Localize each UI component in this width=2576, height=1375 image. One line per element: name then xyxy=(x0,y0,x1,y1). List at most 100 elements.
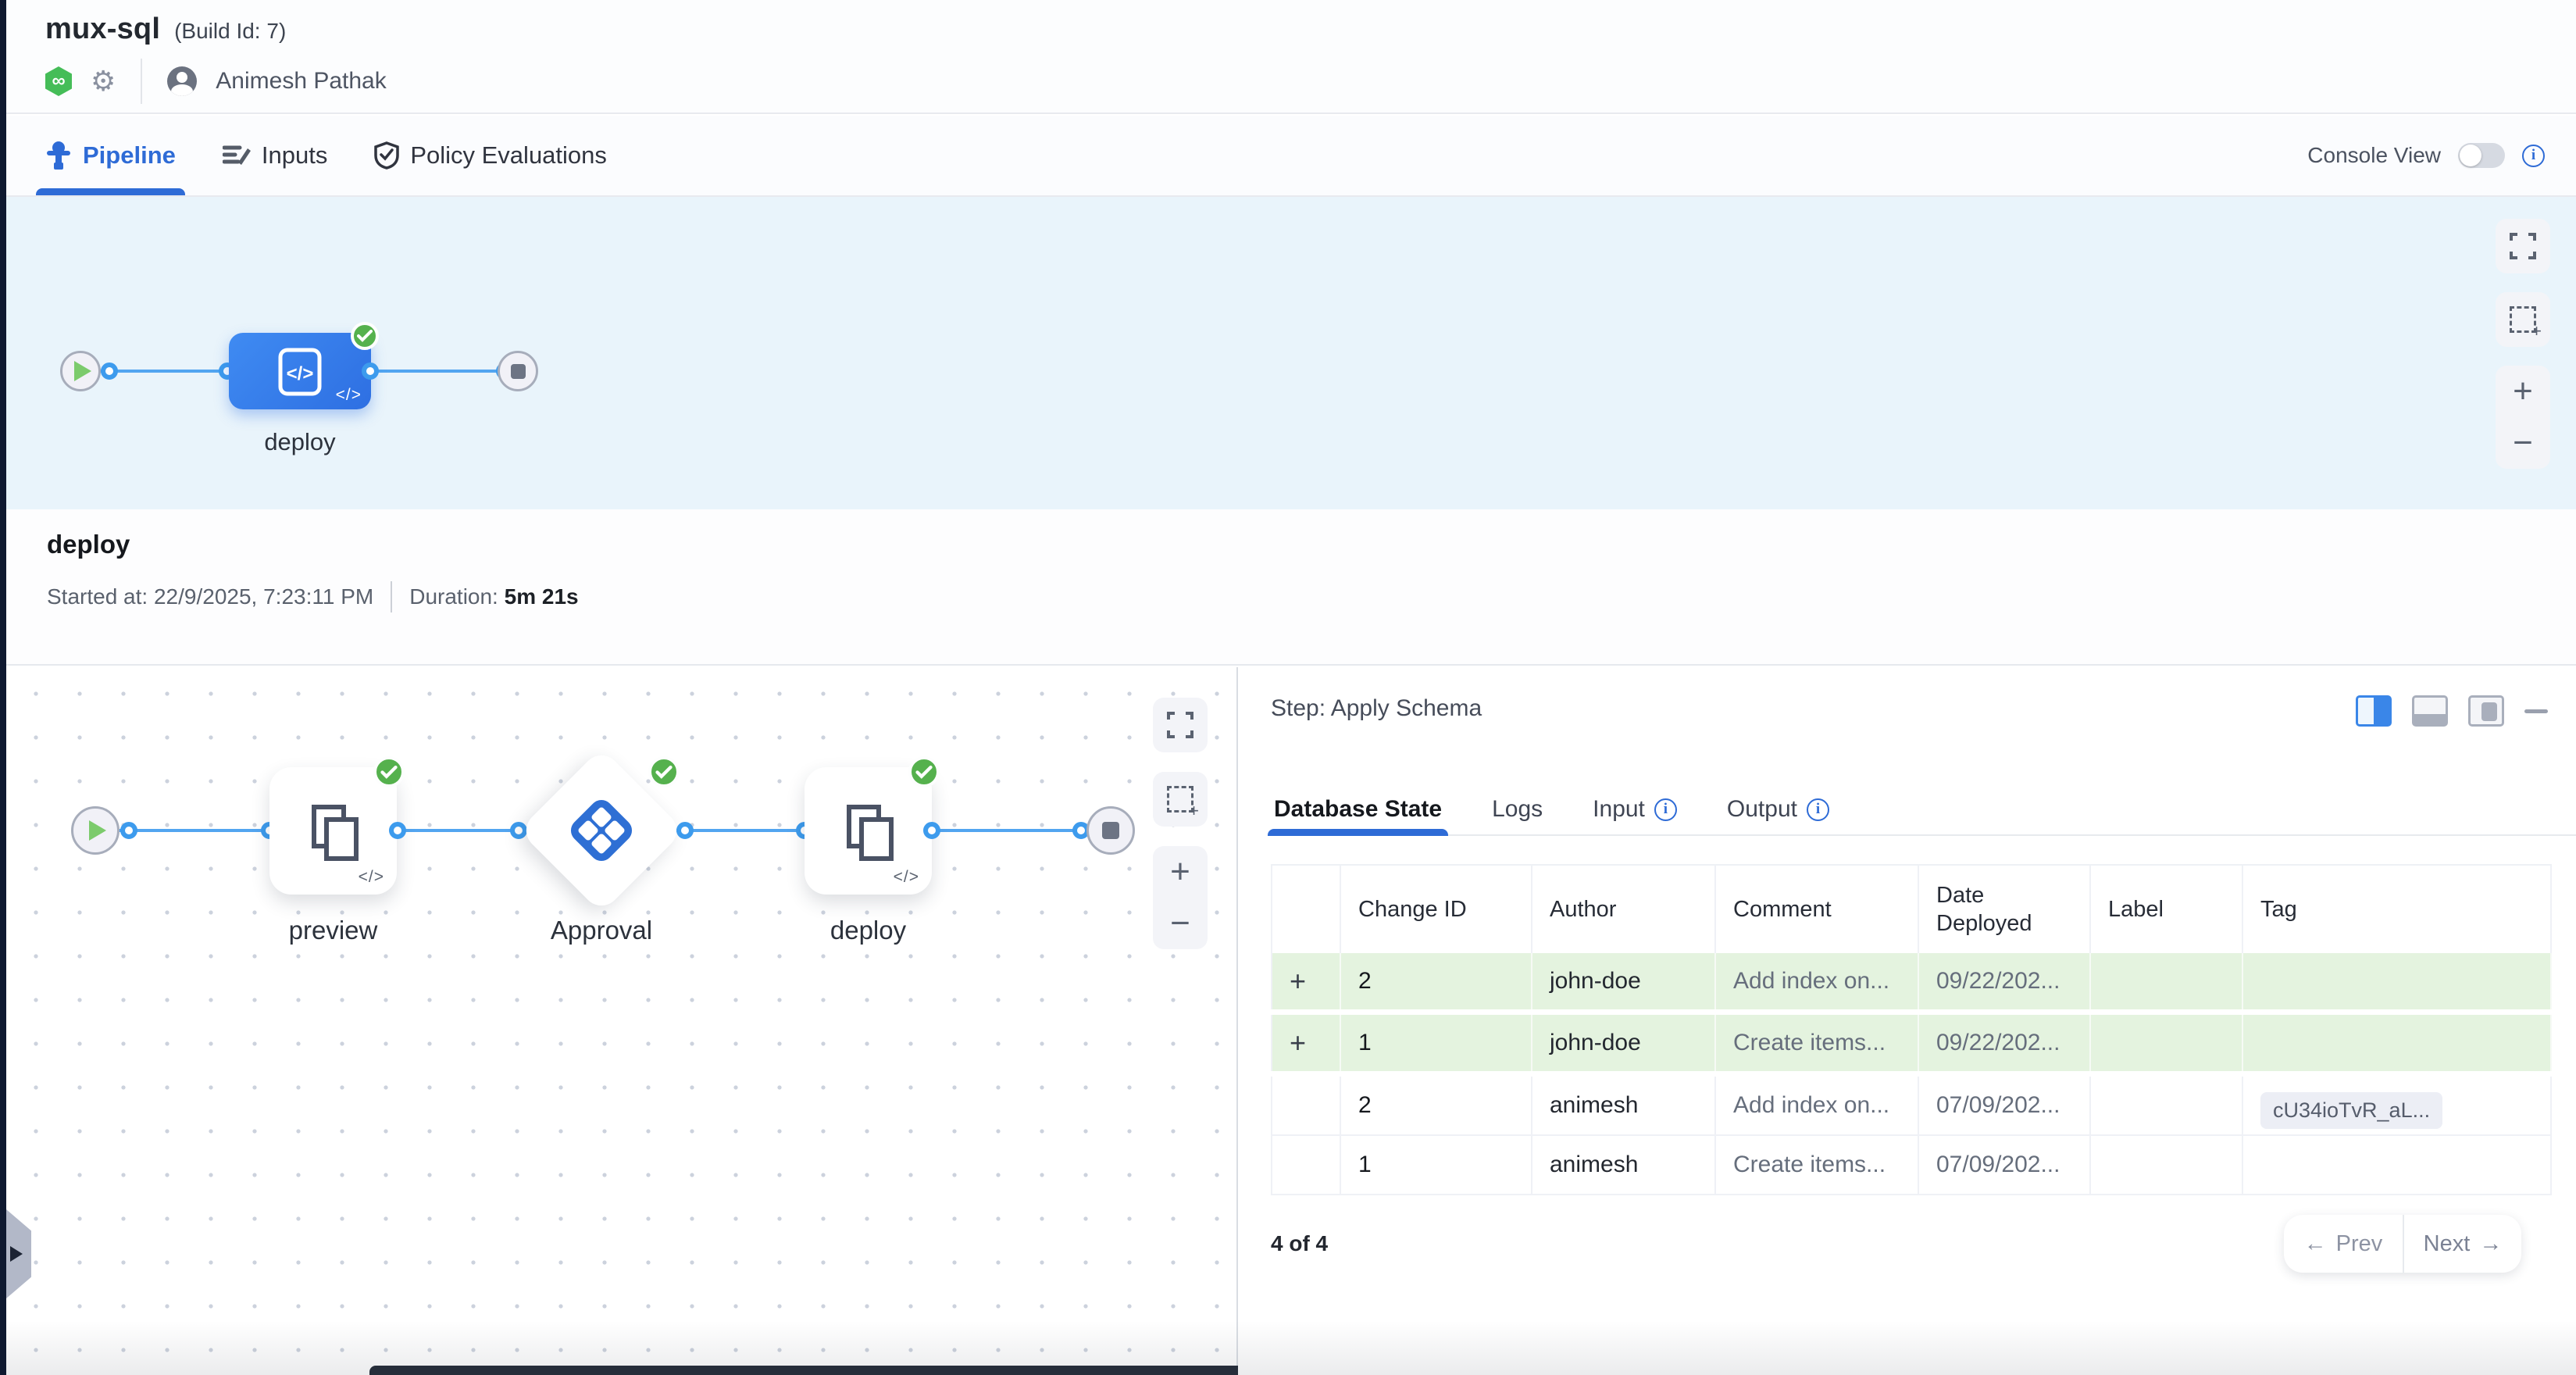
cell-comment: Add index on... xyxy=(1716,953,1919,1009)
play-icon xyxy=(89,820,106,841)
end-node[interactable] xyxy=(1086,806,1135,855)
bottom-split: </> preview Approval xyxy=(6,667,2576,1375)
zoom-out-button[interactable]: − xyxy=(1170,906,1190,941)
panel-tab-database-state[interactable]: Database State xyxy=(1271,784,1445,834)
port[interactable] xyxy=(510,822,527,839)
info-icon[interactable]: i xyxy=(2522,145,2545,167)
fit-view-button[interactable] xyxy=(2496,219,2550,273)
step-node-preview[interactable]: </> xyxy=(269,767,397,895)
expand-row-button[interactable] xyxy=(1271,1077,1341,1134)
column-header-expander xyxy=(1271,866,1341,953)
next-button[interactable]: Next→ xyxy=(2403,1215,2521,1273)
stage-node-label: deploy xyxy=(229,428,371,456)
console-view-toggle[interactable] xyxy=(2458,143,2505,168)
step-canvas[interactable]: </> preview Approval xyxy=(6,667,1238,1375)
expand-row-button[interactable]: + xyxy=(1271,1015,1341,1071)
tag-chip[interactable]: cU34ioTvR_aL... xyxy=(2260,1092,2442,1129)
column-header-tag: Tag xyxy=(2243,866,2552,953)
tab-label: Input xyxy=(1593,796,1645,823)
active-tab-underline xyxy=(1268,829,1448,836)
cell-date-deployed: 09/22/202... xyxy=(1919,953,2091,1009)
success-badge-icon xyxy=(373,756,405,788)
step-node-deploy[interactable]: </> xyxy=(805,767,932,895)
table-row[interactable]: +2john-doeAdd index on...09/22/202... xyxy=(1271,953,2552,1009)
arrow-right-icon: → xyxy=(2479,1231,2502,1257)
table-row[interactable]: 2animeshAdd index on...07/09/202...cU34i… xyxy=(1271,1077,2552,1136)
column-header-date-deployed: Date Deployed xyxy=(1919,866,2091,953)
step-panel-title: Step: Apply Schema xyxy=(1271,695,1482,722)
start-node[interactable] xyxy=(71,806,120,855)
info-icon[interactable]: i xyxy=(1807,798,1829,821)
expand-row-button[interactable]: + xyxy=(1271,953,1341,1009)
cell-change-id: 1 xyxy=(1341,1136,1532,1194)
panel-tab-input[interactable]: Inputi xyxy=(1589,784,1680,834)
tab-inputs[interactable]: Inputs xyxy=(223,116,327,195)
column-header-comment: Comment xyxy=(1716,866,1919,953)
port[interactable] xyxy=(120,822,137,839)
success-badge-icon xyxy=(648,756,680,788)
expand-row-button[interactable] xyxy=(1271,1136,1341,1194)
port[interactable] xyxy=(101,362,118,380)
port[interactable] xyxy=(362,362,379,380)
end-node[interactable] xyxy=(498,351,538,391)
table-row[interactable]: 1animeshCreate items...07/09/202... xyxy=(1271,1136,2552,1195)
page-title: mux-sql xyxy=(45,12,160,46)
selection-mode-button[interactable] xyxy=(2496,292,2550,347)
prev-button[interactable]: ←Prev xyxy=(2284,1215,2403,1273)
database-state-table: Change IDAuthorCommentDate DeployedLabel… xyxy=(1271,864,2552,1195)
tab-pipeline[interactable]: Pipeline xyxy=(45,116,176,195)
panel-tab-output[interactable]: Outputi xyxy=(1724,784,1832,834)
expand-panel-handle[interactable] xyxy=(6,1209,31,1298)
port[interactable] xyxy=(389,822,406,839)
fullscreen-icon xyxy=(2509,232,2537,260)
app-root: mux-sql (Build Id: 7) ∞ ⚙ Animesh Pathak… xyxy=(0,0,2576,1375)
custom-stage-icon: </> xyxy=(273,344,327,398)
port[interactable] xyxy=(676,822,694,839)
bottom-dock[interactable] xyxy=(369,1366,1251,1375)
user-avatar-icon xyxy=(167,66,197,96)
minimize-panel-icon[interactable] xyxy=(2524,709,2548,713)
column-header-label: Label xyxy=(2091,866,2243,953)
zoom-in-button[interactable]: + xyxy=(1170,855,1190,889)
tab-label: Database State xyxy=(1274,796,1442,823)
collapsed-sidebar[interactable] xyxy=(0,0,6,1375)
cell-date-deployed: 07/09/202... xyxy=(1919,1136,2091,1194)
approval-icon xyxy=(566,795,637,866)
divider xyxy=(141,59,142,104)
table-row[interactable]: +1john-doeCreate items...09/22/202... xyxy=(1271,1015,2552,1071)
tab-policy-evaluations[interactable]: Policy Evaluations xyxy=(374,116,607,195)
selection-icon xyxy=(2510,306,2536,333)
zoom-out-button[interactable]: − xyxy=(2513,426,2533,460)
play-icon xyxy=(10,1246,23,1262)
stage-canvas[interactable]: </> </> deploy + − xyxy=(6,197,2576,509)
row-count: 4 of 4 xyxy=(1271,1231,1328,1256)
fit-view-button[interactable] xyxy=(1153,698,1208,752)
start-node[interactable] xyxy=(60,351,101,391)
header: mux-sql (Build Id: 7) ∞ ⚙ Animesh Pathak xyxy=(6,0,2576,114)
layout-split-right-icon[interactable] xyxy=(2356,695,2392,727)
cell-tag xyxy=(2243,953,2552,1009)
layout-split-bottom-icon[interactable] xyxy=(2412,695,2448,727)
success-badge-icon xyxy=(351,322,379,350)
column-header-change-id: Change ID xyxy=(1341,866,1532,953)
stage-node-deploy[interactable]: </> </> xyxy=(229,333,371,409)
selection-mode-button[interactable] xyxy=(1153,772,1208,827)
arrow-left-icon: ← xyxy=(2304,1231,2327,1257)
play-icon xyxy=(74,361,91,381)
info-icon[interactable]: i xyxy=(1654,798,1677,821)
port[interactable] xyxy=(923,822,940,839)
zoom-controls: + − xyxy=(2496,366,2550,469)
main-tabbar: PipelineInputsPolicy Evaluations Console… xyxy=(6,116,2576,197)
table-header-row: Change IDAuthorCommentDate DeployedLabel… xyxy=(1271,864,2552,953)
stop-icon xyxy=(511,364,526,379)
run-step-icon xyxy=(300,798,367,865)
run-step-icon xyxy=(835,798,902,865)
main-tabs: Pipeline Inputs Policy Evaluations xyxy=(45,116,607,195)
gear-icon[interactable]: ⚙ xyxy=(91,67,116,95)
duration: Duration: 5m 21s xyxy=(409,584,578,609)
zoom-in-button[interactable]: + xyxy=(2513,374,2533,409)
code-icon: </> xyxy=(359,868,384,887)
layout-floating-panel-icon[interactable] xyxy=(2468,695,2504,727)
panel-tab-logs[interactable]: Logs xyxy=(1489,784,1546,834)
cell-author: john-doe xyxy=(1532,953,1716,1009)
